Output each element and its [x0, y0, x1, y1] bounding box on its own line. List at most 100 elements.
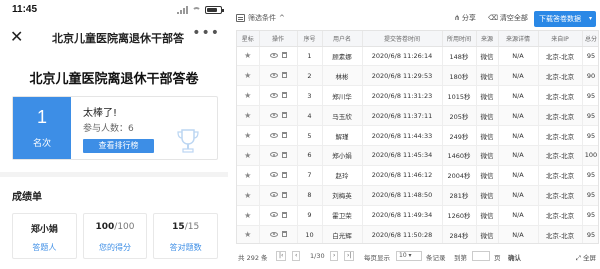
cell-ip: 北京-北京 — [538, 46, 583, 67]
delete-icon[interactable] — [281, 72, 287, 79]
cell-star[interactable]: ★ — [237, 225, 260, 243]
clear-all-button[interactable]: ⌫ 清空全部 — [488, 13, 528, 23]
view-ranking-button[interactable]: 查看排行榜 — [83, 139, 154, 153]
cell-star[interactable]: ★ — [237, 185, 260, 206]
cell-actions[interactable] — [259, 225, 298, 243]
fullscreen-button[interactable]: ⤢ 全屏 — [576, 252, 596, 263]
download-data-button[interactable]: 下载答卷数据 ▾ — [534, 11, 596, 27]
table-row[interactable]: ★ 8 刘梅英 2020/6/8 11:48:50 281秒 微信 N/A 北京-北京 95 — [237, 185, 598, 206]
star-icon[interactable]: ★ — [244, 51, 251, 60]
col-header-score[interactable]: 总分 — [582, 31, 598, 47]
cell-submit-time: 2020/6/8 11:26:14 — [362, 46, 443, 67]
star-icon[interactable]: ★ — [244, 171, 251, 180]
cell-actions[interactable] — [259, 145, 298, 166]
cell-star[interactable]: ★ — [237, 65, 260, 87]
filter-toggle[interactable]: 筛选条件 ^ — [236, 13, 285, 23]
fullscreen-icon: ⤢ — [575, 254, 581, 262]
goto-page-input[interactable] — [472, 251, 490, 261]
col-header-duration[interactable]: 所用时间 — [442, 31, 477, 47]
cell-star[interactable]: ★ — [237, 165, 260, 186]
cell-source-detail: N/A — [498, 46, 539, 67]
cell-actions[interactable] — [259, 46, 298, 67]
star-icon[interactable]: ★ — [244, 111, 251, 120]
view-icon[interactable] — [269, 52, 278, 58]
cell-username: 顾素娜 — [322, 46, 363, 67]
cell-source-detail: N/A — [498, 185, 539, 206]
signal-icon — [177, 6, 188, 14]
cell-star[interactable]: ★ — [237, 205, 260, 226]
next-page-button[interactable]: › — [330, 251, 339, 261]
view-icon[interactable] — [269, 192, 278, 198]
col-header-submit-time[interactable]: 提交答卷时间 — [362, 31, 443, 47]
view-icon[interactable] — [269, 212, 278, 218]
confirm-button[interactable]: 确认 — [508, 252, 521, 262]
cell-actions[interactable] — [259, 205, 298, 226]
delete-icon[interactable] — [281, 112, 287, 119]
delete-icon[interactable] — [281, 52, 287, 59]
share-button[interactable]: ⋔ 分享 — [454, 13, 476, 23]
star-icon[interactable]: ★ — [244, 131, 251, 140]
last-page-button[interactable]: ›| — [344, 251, 355, 261]
cell-actions[interactable] — [259, 125, 298, 146]
star-icon[interactable]: ★ — [244, 191, 251, 200]
view-icon[interactable] — [269, 92, 278, 98]
cell-star[interactable]: ★ — [237, 85, 260, 107]
table-row[interactable]: ★ 7 赵玲 2020/6/8 11:46:12 2004秒 微信 N/A 北京-北京 95 — [237, 165, 598, 186]
col-header-ip[interactable]: 来自IP — [538, 31, 583, 47]
cell-source-detail: N/A — [498, 125, 539, 146]
view-icon[interactable] — [269, 112, 278, 118]
prev-page-button[interactable]: ‹ — [292, 251, 301, 261]
col-header-username[interactable]: 用户名 — [322, 31, 363, 47]
star-icon[interactable]: ★ — [244, 230, 251, 239]
cell-star[interactable]: ★ — [237, 125, 260, 146]
cell-score: 95 — [582, 165, 598, 186]
col-header-source[interactable]: 来源 — [476, 31, 499, 47]
table-row[interactable]: ★ 3 郑川华 2020/6/8 11:31:23 1015秒 微信 N/A 北京-北京 95 — [237, 85, 598, 107]
share-icon: ⋔ — [454, 14, 460, 22]
row-actions — [269, 52, 287, 59]
cell-duration: 284秒 — [442, 225, 477, 243]
cell-actions[interactable] — [259, 185, 298, 206]
cell-username: 林彬 — [322, 65, 363, 87]
table-row[interactable]: ★ 6 郑小娟 2020/6/8 11:45:34 1460秒 微信 N/A 北京-北京 100 — [237, 145, 598, 166]
per-page-select[interactable]: 10 ▾ — [396, 251, 422, 261]
delete-icon[interactable] — [281, 132, 287, 138]
view-icon[interactable] — [269, 172, 278, 178]
star-icon[interactable]: ★ — [244, 71, 251, 80]
view-icon[interactable] — [269, 231, 278, 237]
table-header-row: 星标 操作 序号 用户名 提交答卷时间 所用时间 来源 来源详情 来自IP 总分 — [237, 31, 598, 47]
table-row[interactable]: ★ 1 顾素娜 2020/6/8 11:26:14 148秒 微信 N/A 北京-北京 95 — [237, 46, 598, 67]
delete-icon[interactable] — [281, 171, 287, 178]
more-icon[interactable]: ••• — [192, 25, 220, 41]
table-row[interactable]: ★ 10 白光辉 2020/6/8 11:50:28 284秒 微信 N/A 北京-北京 95 — [237, 225, 598, 243]
star-icon[interactable]: ★ — [244, 151, 251, 160]
cell-actions[interactable] — [259, 165, 298, 186]
delete-icon[interactable] — [281, 191, 287, 198]
star-icon[interactable]: ★ — [244, 211, 251, 220]
table-row[interactable]: ★ 2 林彬 2020/6/8 11:29:53 180秒 微信 N/A 北京-北京 90 — [237, 65, 598, 87]
close-icon[interactable]: ✕ — [10, 27, 23, 46]
delete-icon[interactable] — [281, 92, 287, 99]
table-row[interactable]: ★ 4 马玉欣 2020/6/8 11:37:11 205秒 微信 N/A 北京-北京 95 — [237, 105, 598, 127]
view-icon[interactable] — [269, 152, 278, 158]
cell-star[interactable]: ★ — [237, 105, 260, 127]
row-actions — [269, 231, 287, 238]
col-header-star[interactable]: 星标 — [237, 31, 260, 47]
cell-star[interactable]: ★ — [237, 46, 260, 67]
delete-icon[interactable] — [281, 211, 287, 218]
table-row[interactable]: ★ 5 解瑾 2020/6/8 11:44:33 249秒 微信 N/A 北京-北京 95 — [237, 125, 598, 146]
star-icon[interactable]: ★ — [244, 91, 251, 100]
cell-star[interactable]: ★ — [237, 145, 260, 166]
table-row[interactable]: ★ 9 霍卫荣 2020/6/8 11:49:34 1260秒 微信 N/A 北京-北京 95 — [237, 205, 598, 226]
cell-actions[interactable] — [259, 65, 298, 87]
cell-actions[interactable] — [259, 105, 298, 127]
view-icon[interactable] — [269, 132, 278, 138]
cell-actions[interactable] — [259, 85, 298, 107]
first-page-button[interactable]: |‹ — [276, 251, 287, 261]
rank-box: 1 名次 — [13, 97, 71, 159]
delete-icon[interactable] — [281, 151, 287, 158]
view-icon[interactable] — [269, 72, 278, 78]
col-header-source-detail[interactable]: 来源详情 — [498, 31, 539, 47]
delete-icon[interactable] — [281, 231, 287, 238]
col-header-index[interactable]: 序号 — [297, 31, 323, 47]
